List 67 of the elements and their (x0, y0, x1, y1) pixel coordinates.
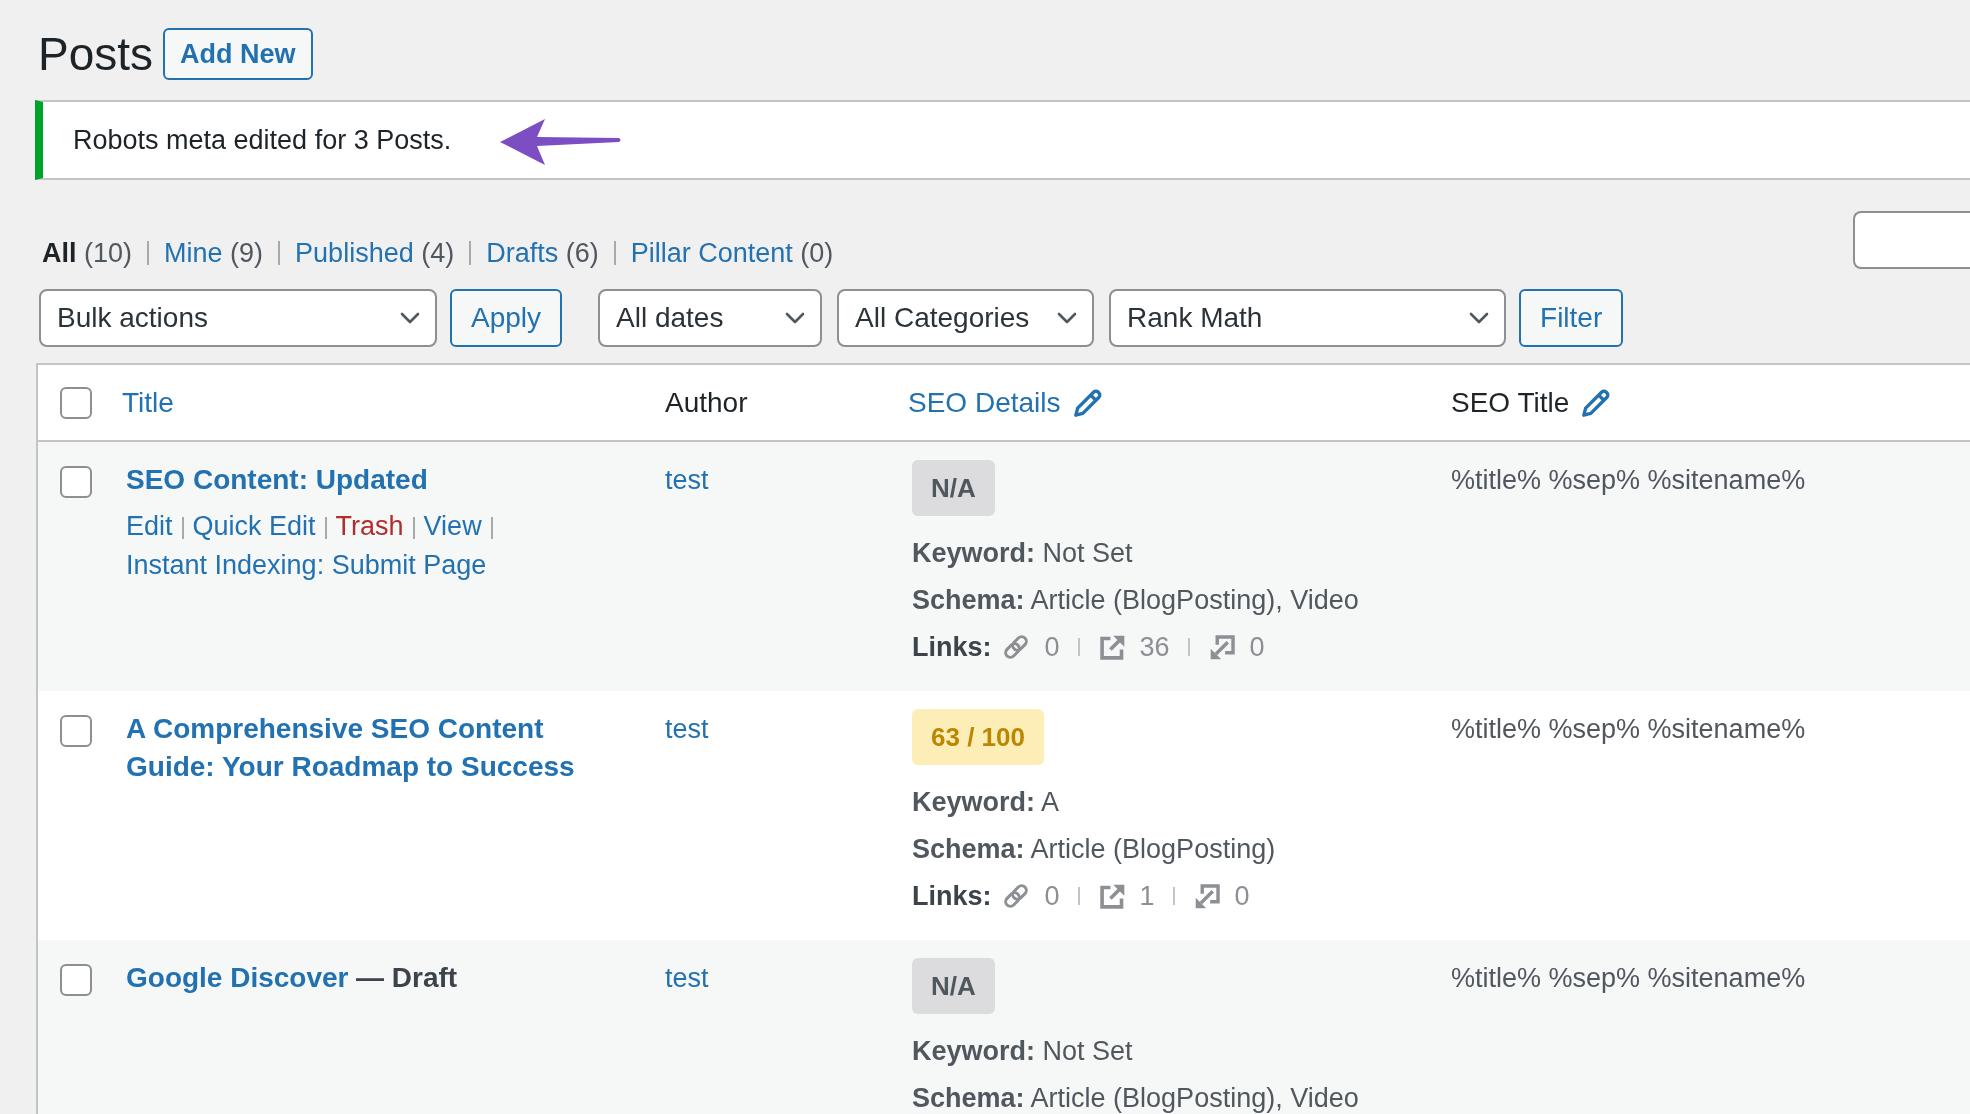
link-icon (1001, 633, 1030, 661)
row-action-link[interactable]: Instant Indexing: Submit Page (126, 550, 487, 580)
seo-title-text: %title% %sep% %sitename% (1451, 963, 1806, 993)
link-icon (1001, 882, 1030, 910)
seo-title-text: %title% %sep% %sitename% (1451, 465, 1806, 495)
row-checkbox[interactable] (60, 466, 92, 498)
seo-score-badge: N/A (912, 958, 995, 1014)
page-title: Posts (38, 28, 154, 80)
schema-text: Schema: Article (BlogPosting), Video (912, 1083, 1359, 1113)
links-label: Links: (912, 632, 992, 662)
author-link[interactable]: test (665, 963, 709, 993)
seo-title-text: %title% %sep% %sitename% (1451, 714, 1806, 744)
view-filter-link[interactable]: Drafts (6) (486, 236, 599, 270)
row-action-link[interactable]: Edit (126, 511, 173, 541)
post-status: — Draft (356, 961, 458, 995)
filter-button[interactable]: Filter (1519, 289, 1624, 347)
box-arrow-down-left-icon (1209, 634, 1235, 660)
links-label: Links: (912, 881, 992, 911)
schema-text: Schema: Article (BlogPosting), Video (912, 585, 1359, 615)
select-all-checkbox[interactable] (60, 386, 92, 419)
view-filter-link[interactable]: All (10) (42, 236, 133, 270)
filter-select[interactable]: Rank Math (1109, 289, 1507, 347)
post-title-link[interactable]: SEO Content: Updated (126, 461, 428, 499)
link-count: 0 (1044, 881, 1060, 911)
box-arrow-down-left-icon (1194, 883, 1220, 909)
link-count: 0 (1044, 632, 1060, 662)
post-title-link[interactable]: Google Discover (126, 959, 349, 997)
column-heading: SEO Title (1451, 385, 1570, 420)
link-count: 36 (1139, 632, 1170, 662)
bulk-actions-select[interactable]: Bulk actions (39, 289, 437, 347)
apply-button[interactable]: Apply (450, 289, 563, 347)
filter-select[interactable]: All dates (598, 289, 823, 347)
search-field[interactable] (1853, 211, 1970, 269)
column-sort-link[interactable]: Title (122, 385, 174, 420)
pencil-icon[interactable] (1582, 388, 1611, 417)
keyword-text: Keyword: A (912, 787, 1060, 817)
author-link[interactable]: test (665, 465, 709, 495)
chevron-down-icon (785, 312, 806, 324)
schema-text: Schema: Article (BlogPosting) (912, 834, 1276, 864)
keyword-text: Keyword: Not Set (912, 1036, 1133, 1066)
chevron-down-icon (1469, 312, 1490, 324)
seo-score-badge: 63 / 100 (912, 709, 1044, 765)
chevron-down-icon (400, 312, 420, 324)
link-count: 1 (1139, 881, 1155, 911)
view-filter-link[interactable]: Pillar Content (0) (630, 236, 834, 270)
column-sort-link[interactable]: SEO Details (908, 385, 1061, 420)
row-action-link[interactable]: Quick Edit (192, 511, 316, 541)
view-filter-link[interactable]: Mine (9) (164, 236, 264, 270)
notice-message: Robots meta edited for 3 Posts. (73, 124, 452, 157)
author-link[interactable]: test (665, 714, 709, 744)
row-checkbox[interactable] (60, 964, 92, 996)
keyword-text: Keyword: Not Set (912, 538, 1133, 568)
external-link-icon (1099, 634, 1125, 660)
column-heading: Author (665, 385, 748, 420)
link-count: 0 (1234, 881, 1250, 911)
filter-select[interactable]: All Categories (837, 289, 1095, 347)
chevron-down-icon (1057, 312, 1078, 324)
seo-score-badge: N/A (912, 460, 995, 516)
pencil-icon[interactable] (1073, 388, 1102, 417)
external-link-icon (1099, 883, 1125, 909)
post-title-link[interactable]: A Comprehensive SEO Content Guide: Your Roadmap to Success (126, 710, 616, 786)
trash-link[interactable]: Trash (335, 511, 404, 541)
link-count: 0 (1249, 632, 1265, 662)
row-action-link[interactable]: View (423, 511, 482, 541)
view-filter-link[interactable]: Published (4) (295, 236, 455, 270)
add-new-button[interactable]: Add New (163, 28, 313, 80)
row-checkbox[interactable] (60, 715, 92, 747)
